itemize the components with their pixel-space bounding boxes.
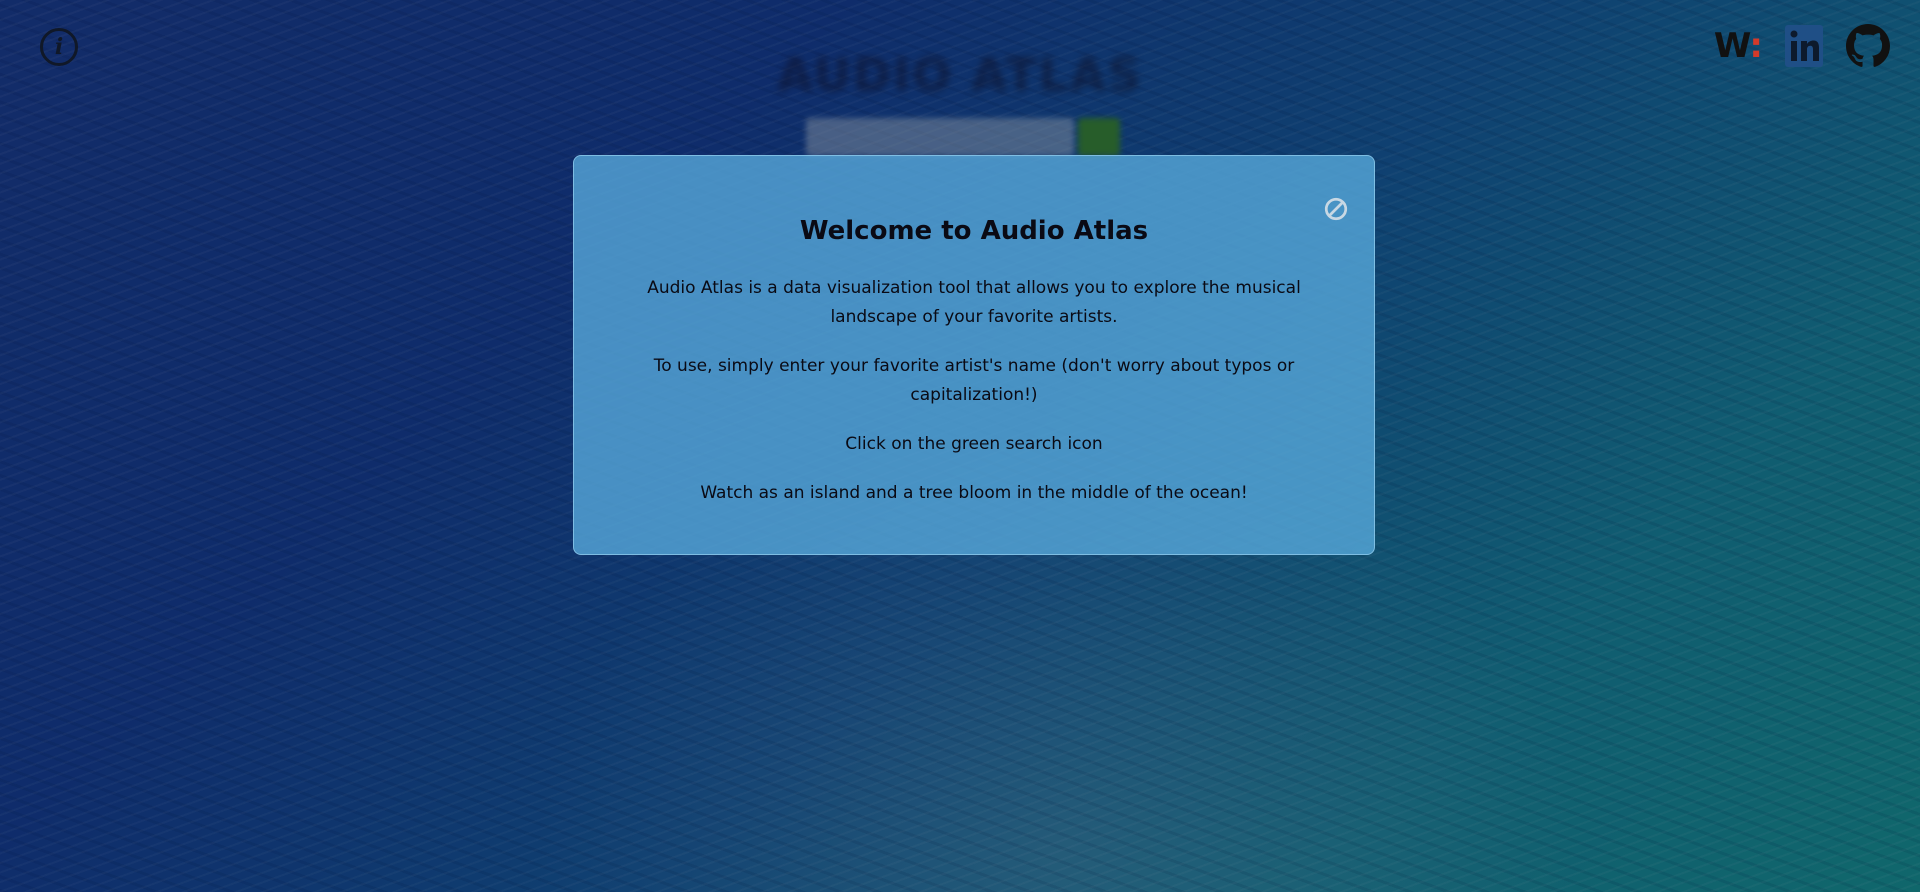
modal-paragraph-usage: To use, simply enter your favorite artis… [653, 356, 1295, 405]
github-link[interactable] [1846, 24, 1890, 68]
modal-paragraph-click: Click on the green search icon [845, 434, 1103, 454]
linkedin-icon [1785, 25, 1823, 67]
w-logo-icon: W: [1713, 26, 1763, 66]
welcome-modal: Welcome to Audio Atlas Audio Atlas is a … [573, 155, 1375, 555]
info-icon: i [54, 34, 64, 60]
close-icon[interactable] [1323, 196, 1349, 222]
github-icon [1846, 24, 1890, 67]
page-root: AUDIO ATLAS i W: Welcome to Audio Atlas … [0, 0, 1920, 892]
social-links: W: [1714, 24, 1890, 68]
linkedin-link[interactable] [1784, 24, 1824, 68]
modal-paragraph-watch: Watch as an island and a tree bloom in t… [700, 483, 1248, 503]
website-link[interactable]: W: [1713, 26, 1763, 66]
info-button[interactable]: i [40, 28, 78, 66]
modal-paragraph-intro: Audio Atlas is a data visualization tool… [647, 278, 1301, 327]
modal-title: Welcome to Audio Atlas [799, 216, 1149, 246]
